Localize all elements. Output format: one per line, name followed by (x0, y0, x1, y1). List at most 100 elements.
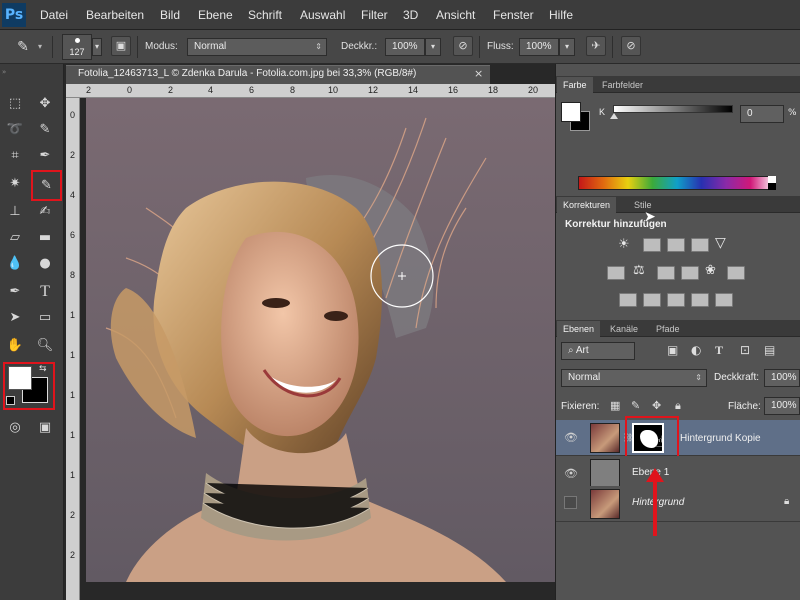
brush-size-picker[interactable]: 127 (62, 34, 92, 60)
eyedropper-tool-icon[interactable]: ✒ (33, 144, 57, 168)
brush-tool-preset-icon[interactable]: ✎ (10, 37, 36, 57)
invert-icon[interactable] (619, 293, 637, 307)
opacity-input[interactable]: 100% (385, 38, 425, 56)
menu-3d[interactable]: 3D (403, 8, 418, 22)
flow-dropdown[interactable]: ▾ (559, 38, 575, 56)
swap-colors-icon[interactable]: ⇆ (39, 364, 47, 374)
menu-filter[interactable]: Filter (361, 8, 388, 22)
tab-ebenen[interactable]: Ebenen (557, 321, 601, 337)
eraser-tool-icon[interactable]: ▱ (3, 226, 27, 250)
color-spectrum-bar[interactable] (578, 176, 776, 190)
quick-selection-tool-icon[interactable]: ✎ (33, 118, 57, 142)
spectrum-black-swatch[interactable] (768, 183, 776, 190)
visibility-empty-box[interactable] (564, 496, 577, 509)
selective-color-icon[interactable] (691, 293, 709, 307)
move-tool-icon[interactable]: ✥ (33, 92, 57, 116)
gradient-tool-icon[interactable]: ▬ (33, 226, 57, 250)
lock-all-icon[interactable]: 🔒︎ (675, 399, 681, 413)
photo-canvas[interactable] (86, 98, 555, 582)
menu-ebene[interactable]: Ebene (198, 8, 233, 22)
vibrance-icon[interactable]: ▽ (715, 235, 726, 251)
tab-farbe[interactable]: Farbe (557, 77, 593, 93)
lock-transparency-icon[interactable]: ▦ (610, 399, 620, 412)
tab-farbfelder[interactable]: Farbfelder (596, 77, 649, 93)
visibility-eye-icon[interactable]: 👁︎ (564, 467, 578, 481)
pressure-size-icon[interactable]: ⊘ (621, 36, 641, 56)
tab-korrekturen[interactable]: Korrekturen (557, 197, 617, 213)
channel-slider-track[interactable] (613, 105, 733, 113)
filter-smart-object-icon[interactable]: ▤ (764, 343, 775, 357)
visibility-eye-icon[interactable]: 👁︎ (564, 431, 578, 445)
menu-auswahl[interactable]: Auswahl (300, 8, 345, 22)
posterize-icon[interactable] (643, 293, 661, 307)
brightness-contrast-icon[interactable]: ☀ (618, 237, 630, 252)
type-tool-icon[interactable]: T (33, 280, 57, 304)
chevron-down-icon[interactable]: ▾ (38, 42, 42, 51)
pen-tool-icon[interactable]: ✒ (3, 280, 27, 304)
dodge-tool-icon[interactable]: ● (33, 252, 57, 276)
quick-mask-icon[interactable]: ◎ (3, 416, 27, 440)
gradient-map-icon[interactable] (715, 293, 733, 307)
tab-pfade[interactable]: Pfade (650, 321, 686, 337)
blend-mode-select[interactable]: Normal ⇕ (561, 369, 707, 387)
photo-filter-icon[interactable] (681, 266, 699, 280)
filter-shape-icon[interactable]: ⊡ (740, 343, 750, 357)
toolbar-collapse-icon[interactable]: » (2, 68, 60, 76)
menu-ansicht[interactable]: Ansicht (436, 8, 475, 22)
filter-type-icon[interactable]: T (715, 343, 723, 358)
close-document-icon[interactable]: × (474, 67, 483, 80)
filter-adjustment-icon[interactable]: ◐ (691, 343, 701, 357)
eye-right (324, 311, 348, 321)
screen-mode-icon[interactable]: ▣ (33, 416, 57, 440)
threshold-icon[interactable] (667, 293, 685, 307)
hand-tool-icon[interactable]: ✋ (3, 334, 27, 358)
default-colors-icon[interactable] (6, 396, 15, 405)
history-brush-tool-icon[interactable]: ✍ (33, 200, 57, 224)
black-white-icon[interactable] (657, 266, 675, 280)
clone-stamp-tool-icon[interactable]: ⊥ (3, 200, 27, 224)
color-lookup-icon[interactable] (727, 266, 745, 280)
tab-kanaele[interactable]: Kanäle (604, 321, 644, 337)
marquee-tool-icon[interactable]: ⬚ (3, 92, 27, 116)
brush-panel-toggle-icon[interactable]: ▣ (111, 36, 131, 56)
menu-fenster[interactable]: Fenster (493, 8, 534, 22)
flow-input[interactable]: 100% (519, 38, 559, 56)
channel-mixer-icon[interactable]: ❀ (705, 263, 716, 278)
menu-schrift[interactable]: Schrift (248, 8, 282, 22)
color-balance-icon[interactable]: ⚖ (633, 263, 645, 278)
exposure-icon[interactable] (691, 238, 709, 252)
healing-brush-tool-icon[interactable]: ✷ (3, 172, 27, 196)
menu-bild[interactable]: Bild (160, 8, 180, 22)
brush-size-dropdown[interactable]: ▾ (92, 38, 102, 56)
channel-slider-handle[interactable] (610, 113, 618, 119)
foreground-color-swatch[interactable] (561, 102, 581, 122)
levels-icon[interactable] (643, 238, 661, 252)
layer-opacity-input[interactable]: 100% (764, 369, 800, 387)
foreground-color-swatch[interactable] (8, 366, 32, 390)
hue-saturation-icon[interactable] (607, 266, 625, 280)
pressure-opacity-icon[interactable]: ⊘ (453, 36, 473, 56)
blur-tool-icon[interactable]: 💧 (3, 252, 27, 276)
crop-tool-icon[interactable]: ⌗ (3, 144, 27, 168)
opacity-dropdown[interactable]: ▾ (425, 38, 441, 56)
rectangle-tool-icon[interactable]: ▭ (33, 306, 57, 330)
lock-image-icon[interactable]: ✎ (631, 399, 640, 412)
fill-input[interactable]: 100% (764, 397, 800, 415)
channel-value-input[interactable]: 0 (740, 105, 784, 123)
lasso-tool-icon[interactable]: ➰ (3, 118, 27, 142)
menu-datei[interactable]: Datei (40, 8, 68, 22)
spectrum-white-swatch[interactable] (768, 176, 776, 183)
filter-pixel-icon[interactable]: ▣ (667, 343, 678, 357)
layer-filter-select[interactable]: ⌕ Art (561, 342, 635, 360)
mode-select[interactable]: Normal ⇕ (187, 38, 327, 56)
curves-icon[interactable] (667, 238, 685, 252)
layer-name[interactable]: Hintergrund Kopie (680, 433, 761, 444)
lock-position-icon[interactable]: ✥ (652, 399, 661, 412)
airbrush-icon[interactable]: ✈ (586, 36, 606, 56)
layer-thumbnail (590, 489, 620, 519)
brush-tool-icon[interactable]: ✎ (31, 170, 62, 201)
path-selection-tool-icon[interactable]: ➤ (3, 306, 27, 330)
menu-hilfe[interactable]: Hilfe (549, 8, 573, 22)
zoom-tool-icon[interactable]: 🔍︎ (33, 334, 57, 358)
menu-bearbeiten[interactable]: Bearbeiten (86, 8, 144, 22)
